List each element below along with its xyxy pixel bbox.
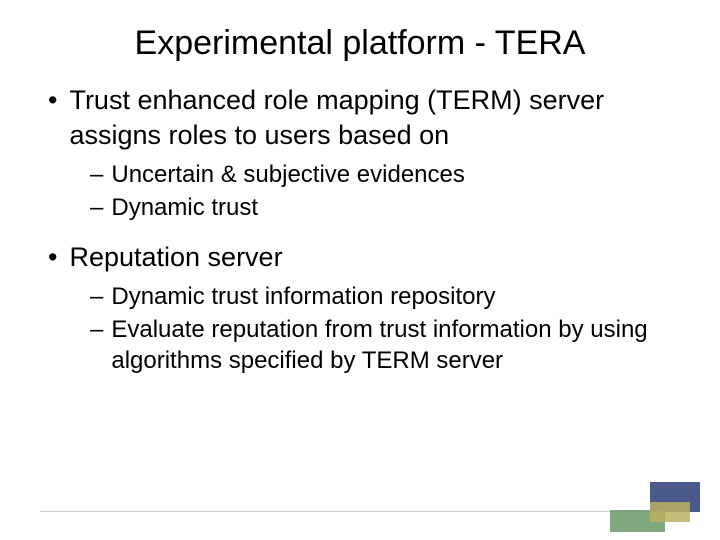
dash-marker: –	[90, 314, 103, 345]
dash-marker: –	[90, 159, 103, 190]
sub-bullet-text: Dynamic trust information repository	[111, 281, 680, 312]
sub-bullet-item: – Uncertain & subjective evidences	[90, 159, 680, 190]
slide-title: Experimental platform - TERA	[0, 0, 720, 83]
sub-bullet-text: Uncertain & subjective evidences	[111, 159, 680, 190]
bullet-marker: •	[48, 240, 57, 275]
sub-bullet-text: Dynamic trust	[111, 192, 680, 223]
sub-bullet-text: Evaluate reputation from trust informati…	[111, 314, 680, 376]
slide-content: • Trust enhanced role mapping (TERM) ser…	[0, 83, 720, 376]
bullet-text: Reputation server	[69, 240, 680, 275]
bullet-marker: •	[48, 83, 57, 118]
dash-marker: –	[90, 281, 103, 312]
sub-bullet-item: – Dynamic trust information repository	[90, 281, 680, 312]
bullet-text: Trust enhanced role mapping (TERM) serve…	[69, 83, 680, 153]
dash-marker: –	[90, 192, 103, 223]
bullet-item: • Reputation server	[40, 240, 680, 275]
sub-bullet-item: – Evaluate reputation from trust informa…	[90, 314, 680, 376]
bullet-item: • Trust enhanced role mapping (TERM) ser…	[40, 83, 680, 153]
footer-logo-graphic	[610, 482, 700, 532]
footer-divider	[40, 511, 680, 512]
sub-bullet-item: – Dynamic trust	[90, 192, 680, 223]
